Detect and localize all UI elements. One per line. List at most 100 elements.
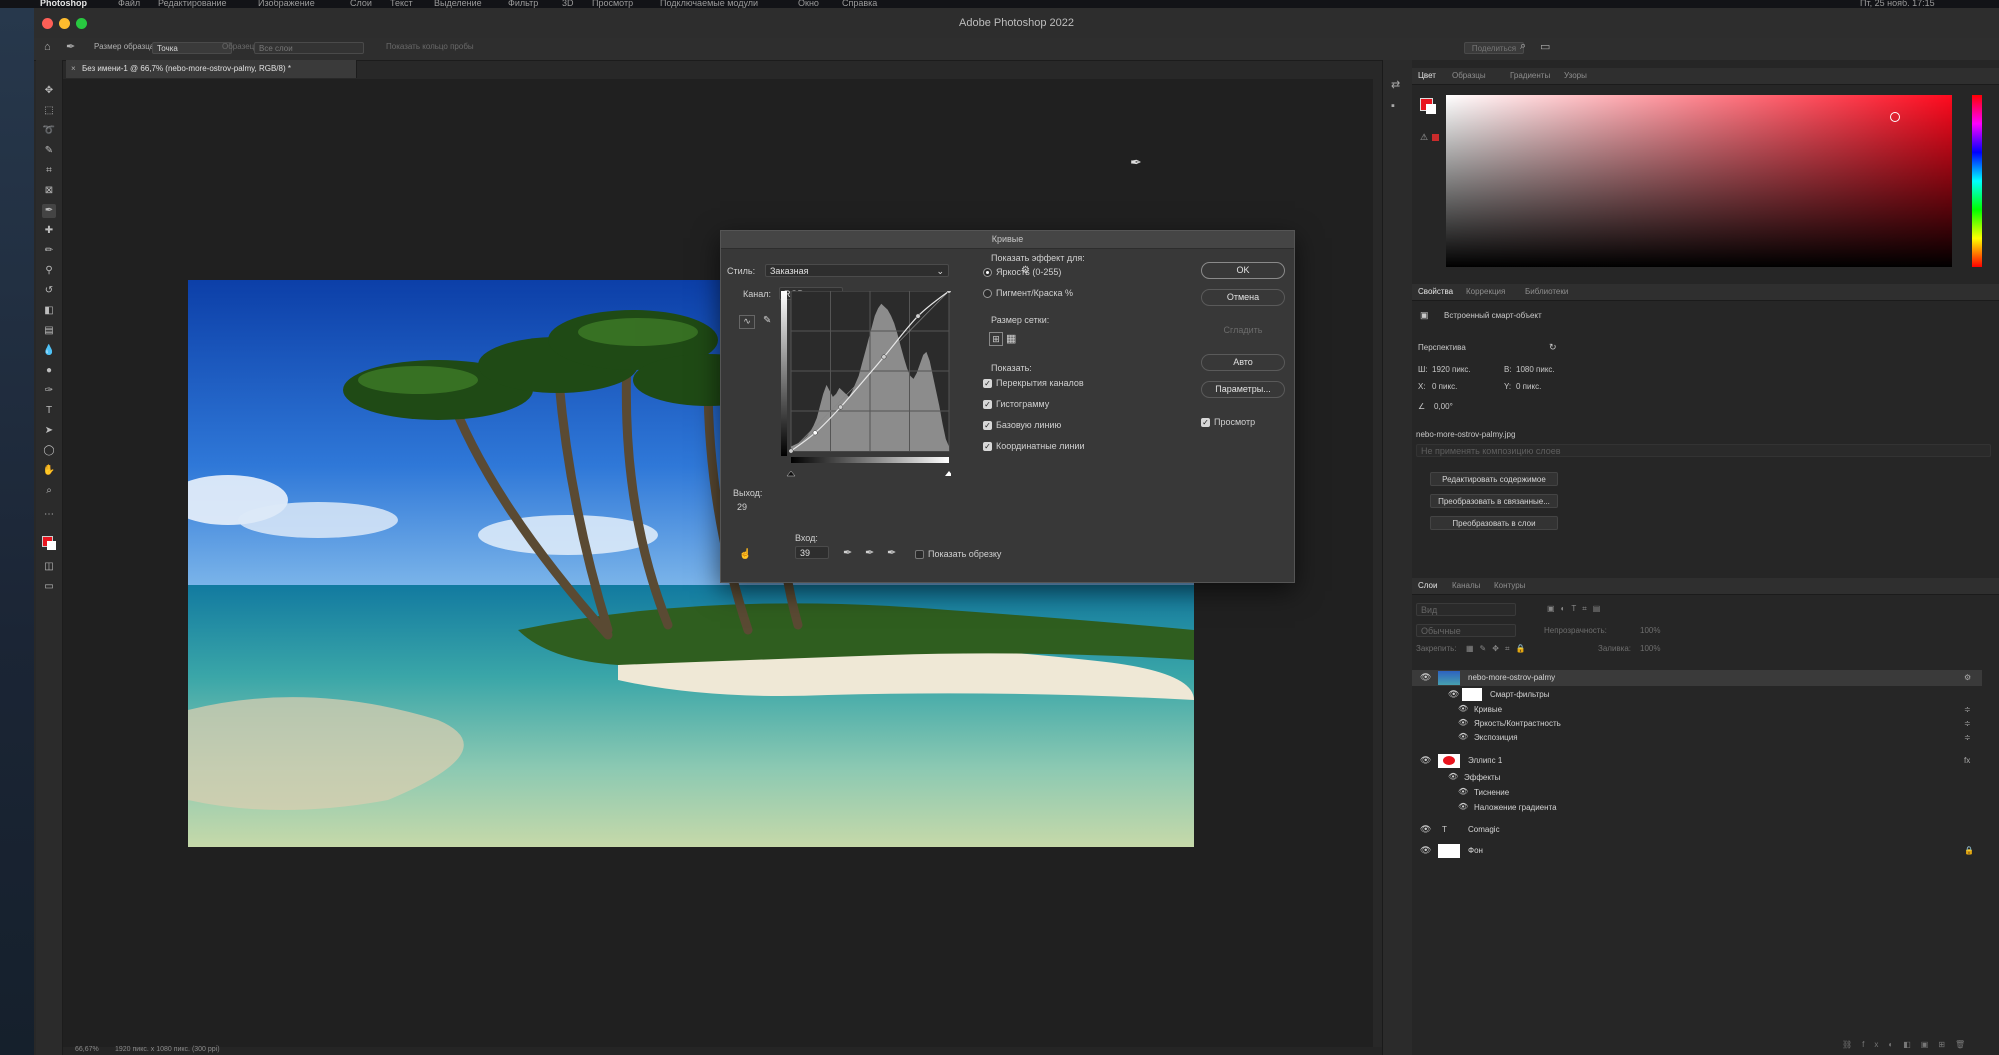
curve-point[interactable] bbox=[838, 404, 844, 410]
preview-checkbox[interactable]: ✓ bbox=[1201, 418, 1210, 427]
tab-layers[interactable]: Слои bbox=[1418, 581, 1437, 590]
layer-row-text[interactable]: 👁 T Comagic bbox=[1412, 822, 1982, 838]
layer-name[interactable]: Эффекты bbox=[1464, 773, 1500, 782]
white-point-eyedropper-icon[interactable]: ✒ bbox=[887, 546, 896, 559]
visibility-eye-icon[interactable]: 👁 bbox=[1420, 845, 1431, 856]
show-ring-checkbox[interactable]: Показать кольцо пробы bbox=[386, 42, 474, 51]
comments-icon[interactable]: ▪ bbox=[1391, 100, 1395, 112]
auto-button[interactable]: Авто bbox=[1201, 354, 1285, 371]
layer-row-effect-gradient[interactable]: 👁 Наложение градиента bbox=[1412, 800, 1982, 816]
history-brush-tool-icon[interactable]: ↺ bbox=[42, 284, 56, 298]
layers-footer-icons[interactable]: ⛓fx◐◧▣⊞🗑 bbox=[1842, 1040, 1975, 1049]
clone-stamp-tool-icon[interactable]: ⚲ bbox=[42, 264, 56, 278]
tab-paths[interactable]: Контуры bbox=[1494, 581, 1525, 590]
layer-name[interactable]: Яркость/Контрастность bbox=[1474, 719, 1561, 728]
curve-points-tool-icon[interactable]: ∿ bbox=[739, 315, 755, 329]
dodge-tool-icon[interactable]: ● bbox=[42, 364, 56, 378]
menu-filter[interactable]: Фильтр bbox=[508, 0, 538, 8]
curve-point[interactable] bbox=[881, 354, 887, 360]
options-button[interactable]: Параметры... bbox=[1201, 381, 1285, 398]
layer-row-smart-filters[interactable]: 👁 Смарт-фильтры bbox=[1412, 687, 1982, 703]
show-clipping-checkbox[interactable] bbox=[915, 550, 924, 559]
quick-select-tool-icon[interactable]: ✎ bbox=[42, 144, 56, 158]
menu-file[interactable]: Файл bbox=[118, 0, 140, 8]
filter-options-icon[interactable]: ≑ bbox=[1964, 719, 1971, 728]
healing-brush-tool-icon[interactable]: ✚ bbox=[42, 224, 56, 238]
visibility-eye-icon[interactable]: 👁 bbox=[1458, 787, 1468, 796]
width-value[interactable]: 1920 пикс. bbox=[1432, 365, 1471, 374]
simple-grid-icon[interactable]: ⊞ bbox=[989, 332, 1003, 346]
baseline-checkbox[interactable]: ✓ bbox=[983, 421, 992, 430]
search-icon[interactable]: ⌕ bbox=[1520, 40, 1526, 53]
hand-tool-icon[interactable]: ✋ bbox=[42, 464, 56, 478]
filter-options-icon[interactable]: ≑ bbox=[1964, 705, 1971, 714]
marquee-tool-icon[interactable]: ⬚ bbox=[42, 104, 56, 118]
color-fg-bg-swatch[interactable] bbox=[1420, 98, 1436, 114]
sample-select[interactable]: Все слои bbox=[254, 42, 364, 54]
menu-text[interactable]: Текст bbox=[390, 0, 413, 8]
tab-gradients[interactable]: Градиенты bbox=[1510, 71, 1550, 80]
overlay-checkbox[interactable]: ✓ bbox=[983, 379, 992, 388]
home-icon[interactable]: ⌂ bbox=[44, 41, 51, 53]
visibility-eye-icon[interactable]: 👁 bbox=[1458, 802, 1468, 811]
document-tab[interactable]: × Без имени-1 @ 66,7% (nebo-more-ostrov-… bbox=[66, 60, 357, 78]
menu-layers[interactable]: Слои bbox=[350, 0, 372, 8]
type-tool-icon[interactable]: T bbox=[42, 404, 56, 418]
curve-point[interactable] bbox=[788, 448, 794, 454]
layer-row-effects[interactable]: 👁 Эффекты bbox=[1412, 770, 1982, 786]
menu-plugins[interactable]: Подключаемые модули bbox=[660, 0, 758, 8]
ellipse-tool-icon[interactable]: ◯ bbox=[42, 444, 56, 458]
eyedropper-preset-icon[interactable]: ✒ bbox=[66, 40, 75, 53]
layer-name[interactable]: nebo-more-ostrov-palmy bbox=[1468, 673, 1555, 682]
path-select-tool-icon[interactable]: ➤ bbox=[42, 424, 56, 438]
on-image-adjust-icon[interactable]: ☝ bbox=[739, 549, 751, 560]
layer-kind-filter[interactable]: Вид bbox=[1416, 603, 1516, 616]
filter-options-icon[interactable]: ≑ bbox=[1964, 733, 1971, 742]
visibility-eye-icon[interactable]: 👁 bbox=[1458, 704, 1468, 713]
zoom-level[interactable]: 66,67% bbox=[75, 1046, 99, 1053]
ok-button[interactable]: OK bbox=[1201, 262, 1285, 279]
layer-row-ellipse[interactable]: 👁 Эллипс 1 fx bbox=[1412, 753, 1982, 769]
height-value[interactable]: 1080 пикс. bbox=[1516, 365, 1555, 374]
angle-value[interactable]: 0,00° bbox=[1434, 402, 1453, 411]
smart-filter-toggle-icon[interactable]: ⚙ bbox=[1964, 673, 1971, 682]
menu-view[interactable]: Просмотр bbox=[592, 0, 633, 8]
reset-icon[interactable]: ↻ bbox=[1549, 342, 1557, 353]
convert-to-linked-button[interactable]: Преобразовать в связанные... bbox=[1430, 494, 1558, 508]
fill-value[interactable]: 100% bbox=[1640, 644, 1660, 653]
curve-point[interactable] bbox=[946, 291, 951, 294]
curve-point[interactable] bbox=[915, 313, 921, 319]
pen-tool-icon[interactable]: ✑ bbox=[42, 384, 56, 398]
layer-filter-icons[interactable]: ▣◐T⌗▤ bbox=[1547, 604, 1606, 614]
layer-row-smart[interactable]: 👁 nebo-more-ostrov-palmy ⚙ bbox=[1412, 670, 1982, 686]
layer-row-effect-emboss[interactable]: 👁 Тиснение bbox=[1412, 785, 1982, 801]
curve-graph[interactable] bbox=[781, 291, 951, 491]
zoom-tool-icon[interactable]: ⌕ bbox=[42, 484, 56, 498]
layer-name[interactable]: Смарт-фильтры bbox=[1490, 690, 1549, 699]
cancel-button[interactable]: Отмена bbox=[1201, 289, 1285, 306]
output-value[interactable]: 29 bbox=[737, 502, 747, 512]
x-value[interactable]: 0 пикс. bbox=[1432, 382, 1457, 391]
blend-mode-select[interactable]: Обычные bbox=[1416, 624, 1516, 637]
menu-window[interactable]: Окно bbox=[798, 0, 819, 8]
quick-mask-icon[interactable]: ◫ bbox=[42, 560, 56, 574]
blur-tool-icon[interactable]: 💧 bbox=[42, 344, 56, 358]
edit-contents-button[interactable]: Редактировать содержимое bbox=[1430, 472, 1558, 486]
layer-comp-select[interactable]: Не применять композицию слоев bbox=[1416, 444, 1991, 457]
visibility-eye-icon[interactable]: 👁 bbox=[1458, 732, 1468, 741]
tab-properties[interactable]: Свойства bbox=[1418, 287, 1453, 296]
hue-slider[interactable] bbox=[1972, 95, 1982, 267]
menu-3d[interactable]: 3D bbox=[562, 0, 574, 8]
layer-name[interactable]: Эллипс 1 bbox=[1468, 756, 1502, 765]
input-value[interactable]: 39 bbox=[795, 546, 829, 559]
menu-select[interactable]: Выделение bbox=[434, 0, 482, 8]
menu-app-name[interactable]: Photoshop bbox=[40, 0, 87, 8]
visibility-eye-icon[interactable]: 👁 bbox=[1448, 772, 1458, 781]
convert-to-layers-button[interactable]: Преобразовать в слои bbox=[1430, 516, 1558, 530]
opacity-value[interactable]: 100% bbox=[1640, 626, 1660, 635]
detailed-grid-icon[interactable]: ▦ bbox=[1006, 332, 1016, 345]
history-icon[interactable]: ⇄ bbox=[1391, 78, 1400, 91]
layer-name[interactable]: Кривые bbox=[1474, 705, 1502, 714]
screen-mode-icon[interactable]: ▭ bbox=[42, 580, 56, 594]
black-point-eyedropper-icon[interactable]: ✒ bbox=[843, 546, 852, 559]
